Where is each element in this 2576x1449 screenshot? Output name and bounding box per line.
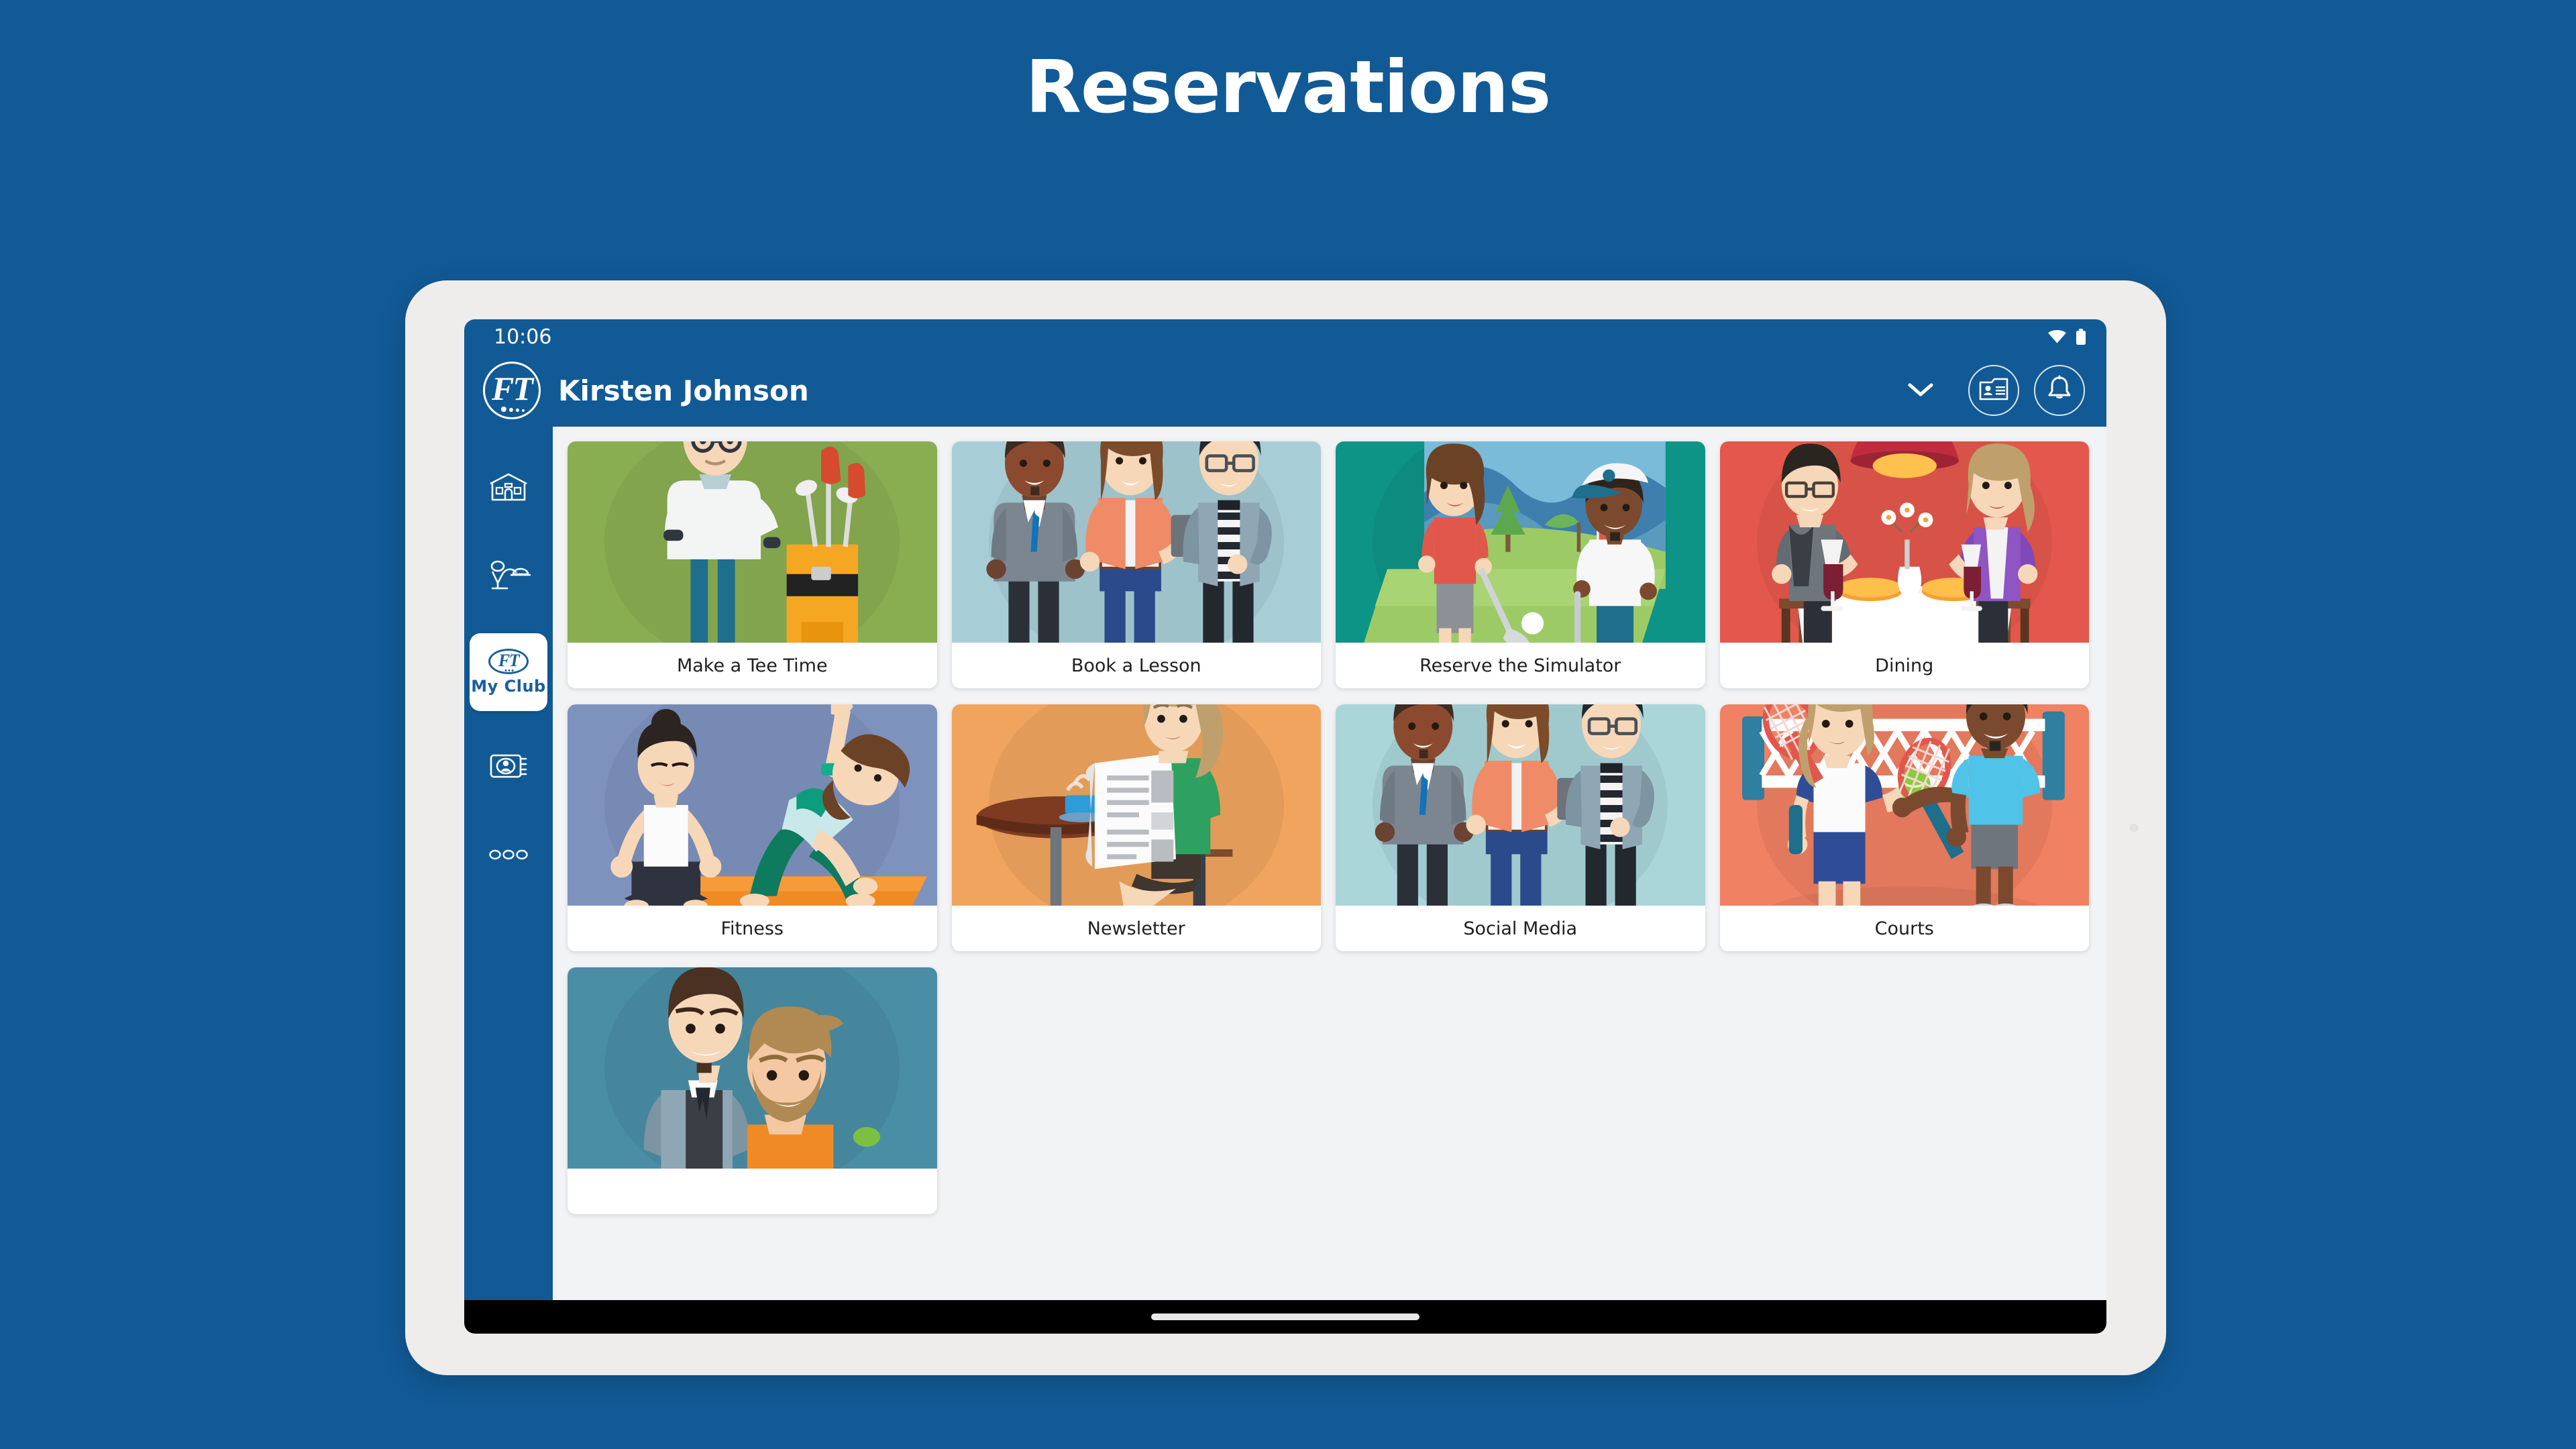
- membership-card-icon: [1979, 377, 2008, 405]
- ft-logo-icon: FT: [483, 362, 541, 419]
- card-art-waiter-and-guest: [568, 967, 937, 1169]
- card-dining[interactable]: Dining: [1719, 441, 2089, 688]
- card-book-a-lesson[interactable]: Book a Lesson: [951, 441, 1321, 688]
- status-bar: 10:06: [464, 319, 2106, 354]
- tablet-device: 10:06 FT Kirsten Johnson FT My Club Make…: [405, 280, 2166, 1375]
- card-art-couple-dining: [1719, 441, 2089, 643]
- card-art-golf-simulator: [1336, 441, 1705, 643]
- card-label: [568, 1169, 937, 1214]
- home-indicator[interactable]: [1151, 1313, 1419, 1320]
- card-reserve-the-simulator[interactable]: Reserve the Simulator: [1336, 441, 1705, 688]
- sidebar-item-dining-service[interactable]: [470, 545, 547, 609]
- card-art-yoga-women: [568, 704, 937, 906]
- card-art-three-people-phone: [951, 441, 1321, 643]
- card-art-woman-reading-paper: [951, 704, 1321, 906]
- sidebar-item-clubhouse[interactable]: [470, 456, 547, 521]
- card-art-three-people-phone: [1336, 704, 1705, 906]
- app-body: FT My Club Make a Tee Time Book a Lesson…: [464, 427, 2106, 1300]
- page-title: Reservations: [1025, 46, 1552, 129]
- my-club-logo-icon: FT: [488, 649, 529, 674]
- card-label: Fitness: [720, 918, 784, 939]
- sidebar-item-my-club[interactable]: FT My Club: [470, 633, 547, 711]
- sidebar-item-label-my-club: My Club: [471, 677, 546, 696]
- clubhouse-icon: [488, 472, 529, 506]
- card-make-a-tee-time[interactable]: Make a Tee Time: [568, 441, 937, 688]
- wifi-icon: [2048, 330, 2066, 343]
- system-navigation-bar: [464, 1300, 2106, 1334]
- card-label: Book a Lesson: [1071, 655, 1201, 676]
- card-label: Courts: [1874, 918, 1934, 939]
- membership-card-button[interactable]: [1968, 365, 2019, 416]
- status-clock: 10:06: [494, 325, 552, 349]
- sidebar-item-more[interactable]: [470, 824, 547, 888]
- user-name: Kirsten Johnson: [558, 374, 809, 407]
- tablet-screen: 10:06 FT Kirsten Johnson FT My Club Make…: [464, 319, 2106, 1334]
- card-courts[interactable]: Courts: [1719, 704, 2089, 951]
- battery-icon: [2076, 328, 2086, 345]
- sidebar-nav: FT My Club: [464, 427, 553, 1300]
- card-art-tennis-players: [1719, 704, 2089, 906]
- card-label: Reserve the Simulator: [1419, 655, 1621, 676]
- waiter-service-icon: [486, 560, 531, 594]
- my-club-logo-dots-icon: [504, 669, 514, 672]
- front-camera-icon: [2130, 824, 2138, 832]
- cards-scroll-area[interactable]: Make a Tee Time Book a Lesson Reserve th…: [553, 427, 2106, 1300]
- member-directory-icon: [489, 751, 528, 784]
- reservation-card-grid: Make a Tee Time Book a Lesson Reserve th…: [568, 441, 2089, 1214]
- card-art-golfer-with-bag: [568, 441, 937, 643]
- card-fitness[interactable]: Fitness: [568, 704, 937, 951]
- chevron-down-icon[interactable]: [1905, 375, 1936, 406]
- card-label: Social Media: [1463, 918, 1578, 939]
- ft-logo-text: FT: [492, 370, 533, 407]
- card-partial-waiter-and-guest[interactable]: [568, 967, 937, 1214]
- sidebar-item-member-directory[interactable]: [470, 735, 547, 800]
- notifications-button[interactable]: [2034, 365, 2085, 416]
- app-header: FT Kirsten Johnson: [464, 354, 2106, 427]
- card-label: Make a Tee Time: [676, 655, 828, 676]
- bell-icon: [2047, 375, 2072, 407]
- card-social-media[interactable]: Social Media: [1336, 704, 1705, 951]
- card-label: Newsletter: [1087, 918, 1185, 939]
- more-options-icon: [488, 848, 529, 865]
- card-label: Dining: [1875, 655, 1934, 676]
- card-newsletter[interactable]: Newsletter: [951, 704, 1321, 951]
- ft-logo-dots-icon: [500, 407, 525, 412]
